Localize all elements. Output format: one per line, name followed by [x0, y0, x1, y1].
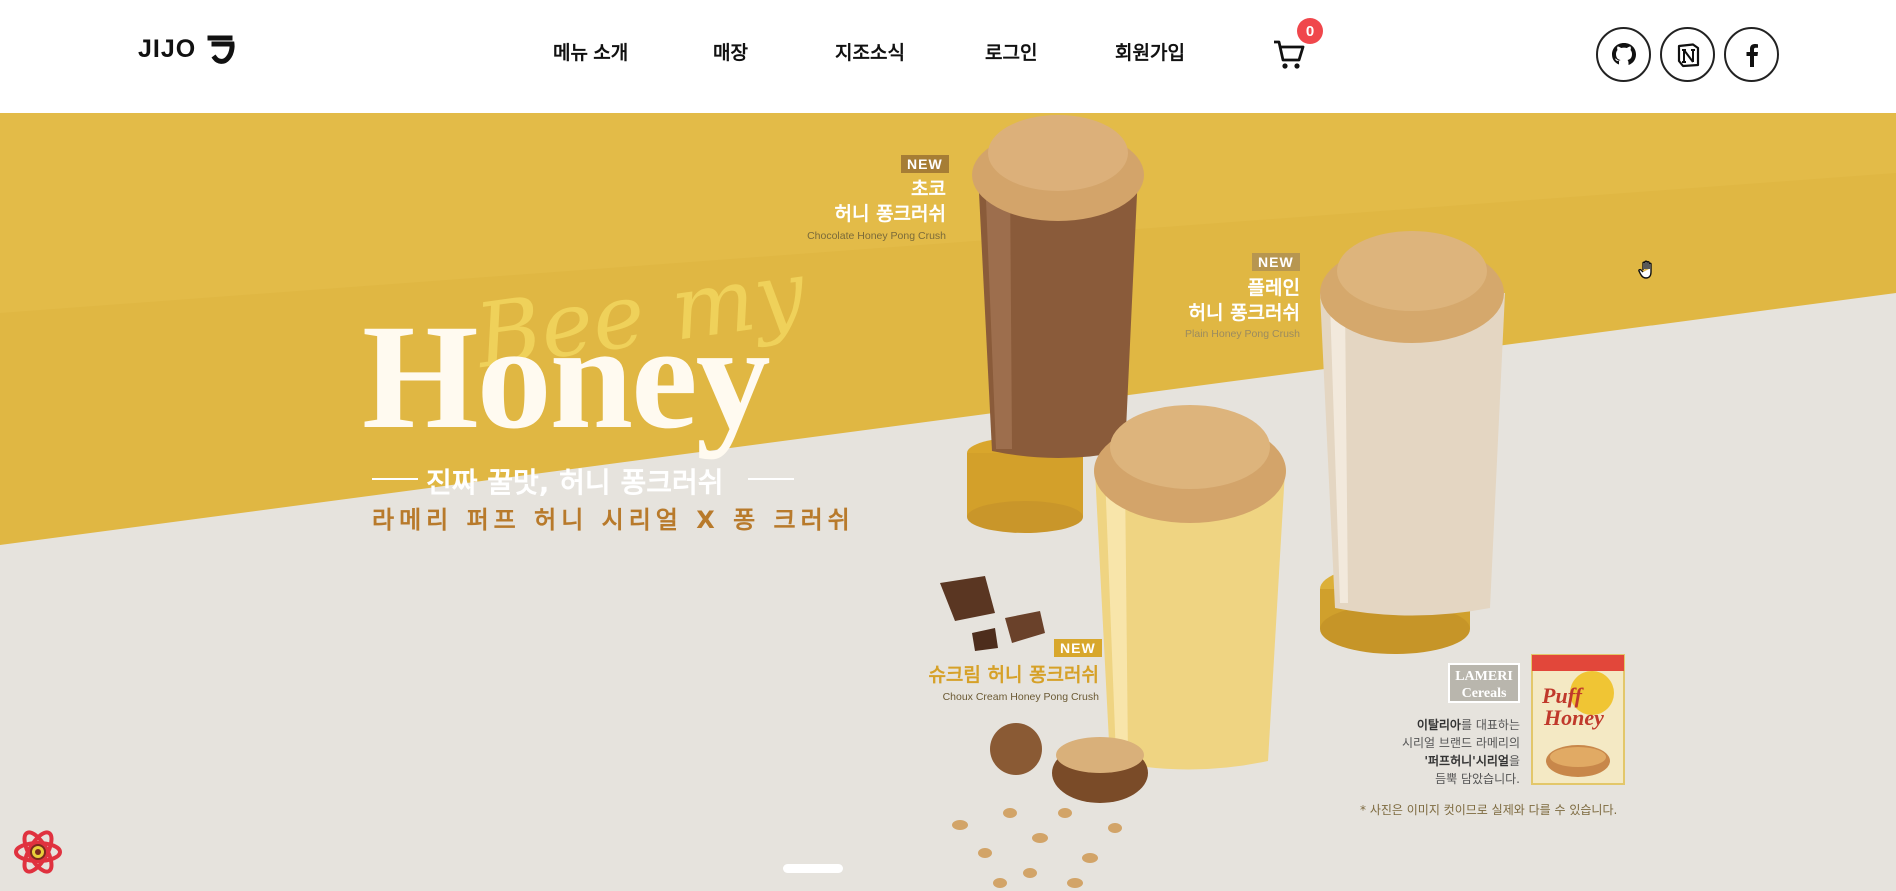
site-header: JIJO 메뉴 소개 매장 지조소식 로그인 회원가입 0 — [0, 0, 1896, 113]
product-description: 이탈리아를 대표하는 시리얼 브랜드 라메리의 '퍼프허니'시리얼을 듬뿍 담았… — [1370, 716, 1520, 788]
hero-subline: 라메리 퍼프 허니 시리얼 X 퐁 크러쉬 — [372, 506, 855, 534]
notion-icon — [1677, 42, 1699, 67]
hero-banner[interactable]: Bee my Honey 진짜 꿀맛, 허니 퐁크러쉬 라메리 퍼프 허니 시리… — [0, 113, 1896, 891]
image-disclaimer: * 사진은 이미지 컷이므로 실제와 다를 수 있습니다. — [1360, 803, 1618, 817]
nav-item-menu[interactable]: 메뉴 소개 — [553, 38, 628, 65]
react-devtools-icon[interactable] — [12, 826, 64, 878]
logo-text: JIJO — [138, 34, 197, 63]
logo-mark-icon — [207, 35, 235, 64]
product-name-line: 초코 — [911, 178, 946, 200]
cart-icon[interactable] — [1272, 38, 1306, 72]
facebook-icon — [1746, 43, 1758, 67]
notion-link[interactable] — [1660, 27, 1715, 82]
desc-bold: '퍼프허니'시리얼 — [1424, 754, 1509, 768]
lameri-logo: LAMERI Cereals — [1448, 663, 1520, 703]
product-en-choux: Choux Cream Honey Pong Crush — [942, 691, 1099, 703]
tagline-rule-left — [372, 478, 418, 480]
github-link[interactable] — [1596, 27, 1651, 82]
product-name-line: 허니 퐁크러쉬 — [1188, 302, 1301, 324]
desc-text: 시리얼 브랜드 라메리의 — [1401, 736, 1520, 750]
lameri-logo-line: LAMERI — [1455, 669, 1513, 684]
puff-honey-box: Puff Honey — [1530, 653, 1626, 786]
slider-pagination-active[interactable] — [783, 864, 843, 873]
new-badge: NEW — [901, 155, 949, 173]
desc-bold: 이탈리아 — [1416, 718, 1461, 732]
hand-cursor-icon — [1638, 260, 1652, 279]
product-name-chocolate: 초코 허니 퐁크러쉬 — [835, 177, 947, 227]
hero-tagline: 진짜 꿀맛, 허니 퐁크러쉬 — [426, 466, 724, 499]
nav-item-login[interactable]: 로그인 — [985, 38, 1037, 65]
product-name-plain: 플레인 허니 퐁크러쉬 — [1189, 276, 1301, 326]
cart-count-badge: 0 — [1297, 18, 1323, 44]
box-honey-text: Honey — [1544, 705, 1604, 730]
desc-text: 을 — [1508, 754, 1520, 768]
lameri-logo-line: Cereals — [1461, 686, 1507, 701]
tagline-rule-right — [748, 478, 794, 480]
new-badge: NEW — [1054, 639, 1102, 657]
product-name-line: 허니 퐁크러쉬 — [834, 203, 947, 225]
product-name-choux: 슈크림 허니 퐁크러쉬 — [928, 664, 1099, 686]
facebook-link[interactable] — [1724, 27, 1779, 82]
github-icon — [1611, 42, 1636, 65]
product-name-line: 플레인 — [1247, 277, 1300, 299]
nav-item-news[interactable]: 지조소식 — [835, 38, 905, 65]
desc-text: 듬뿍 담았습니다. — [1435, 772, 1520, 786]
nav-item-signup[interactable]: 회원가입 — [1115, 38, 1185, 65]
product-en-chocolate: Chocolate Honey Pong Crush — [807, 230, 946, 242]
logo[interactable]: JIJO — [138, 30, 240, 68]
hero-title: Honey — [362, 294, 771, 460]
new-badge: NEW — [1252, 253, 1300, 271]
nav-item-store[interactable]: 매장 — [713, 38, 748, 65]
desc-text: 를 대표하는 — [1460, 718, 1520, 732]
product-en-plain: Plain Honey Pong Crush — [1185, 328, 1300, 340]
